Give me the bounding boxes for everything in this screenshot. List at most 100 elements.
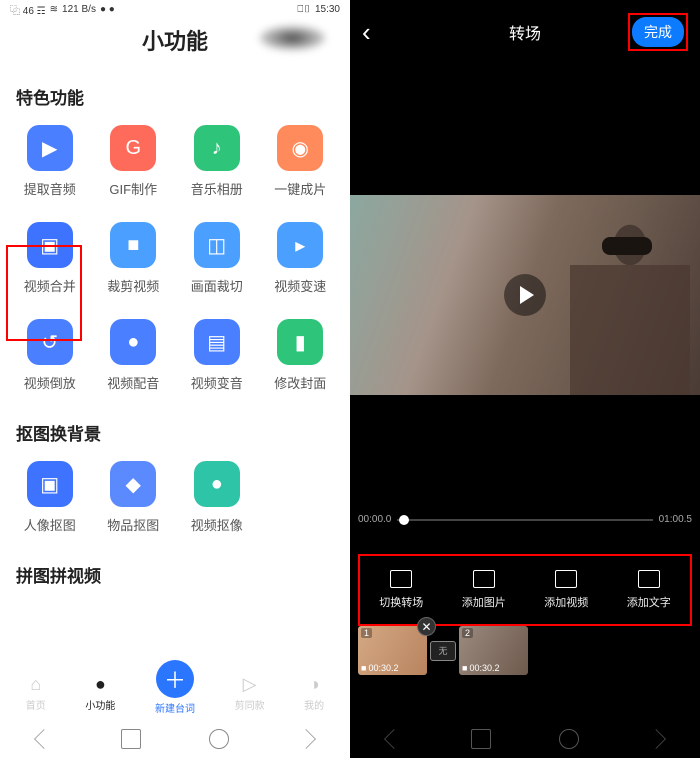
tool-label: 添加图片: [462, 594, 506, 610]
progress-handle[interactable]: [399, 515, 409, 525]
clip-timeline: ✕ 1 ■ 00:30.2 无 2 ■ 00:30.2: [358, 626, 692, 675]
grid-item-label: 音乐相册: [191, 179, 243, 198]
play-button[interactable]: [504, 274, 546, 316]
tools-icon: ●: [95, 674, 106, 695]
grid-item-label: 物品抠图: [107, 515, 159, 534]
clip-number: 1: [361, 628, 372, 638]
add-image-icon: [473, 570, 495, 588]
transition-icon: [390, 570, 412, 588]
sys-home-icon[interactable]: [121, 729, 141, 749]
grid-item-label: 视频配音: [107, 373, 159, 392]
back-chevron-icon[interactable]: ‹: [362, 17, 371, 48]
sys-home-icon[interactable]: [471, 729, 491, 749]
clock-time: 15:30: [315, 4, 340, 15]
grid-item-修改封面[interactable]: ▮ 修改封面: [259, 319, 343, 392]
tool-label: 切换转场: [379, 594, 423, 610]
bottom-nav: ⌂ 首页 ● 小功能 ＋ 新建台词 ▷ 剪同款 ◑ 我的: [0, 666, 350, 720]
clip-duration: ■ 00:30.2: [361, 663, 398, 673]
signal-icon: ⿻ 46 ☶: [10, 2, 46, 17]
nav-tools[interactable]: ● 小功能: [85, 674, 115, 712]
grid-item-视频合并[interactable]: ▣视频合并: [8, 222, 92, 295]
grid-item-人像抠图[interactable]: ▣ 人像抠图: [8, 461, 92, 534]
tool-transition[interactable]: 切换转场: [379, 570, 423, 610]
done-button[interactable]: 完成: [632, 17, 684, 47]
editor-toolbar: 切换转场 添加图片 添加视频 添加文字: [358, 554, 692, 626]
tool-add-text[interactable]: 添加文字: [627, 570, 671, 610]
template-icon: ▷: [243, 674, 257, 695]
sys-back-icon-alt[interactable]: [296, 729, 316, 749]
grid-item-视频抠像[interactable]: ●视频抠像: [175, 461, 259, 534]
sys-back-icon-alt[interactable]: [646, 729, 666, 749]
视频配音-icon: ●: [110, 319, 156, 365]
progress-track[interactable]: [397, 519, 652, 521]
nav-profile[interactable]: ◑ 我的: [304, 674, 324, 712]
nav-home[interactable]: ⌂ 首页: [26, 674, 46, 712]
sys-recents-icon[interactable]: [209, 729, 229, 749]
grid-item-label: 一键成片: [274, 179, 326, 198]
clip-duration: ■ 00:30.2: [462, 663, 499, 673]
editor-title: 转场: [509, 20, 541, 44]
修改封面-icon: ▮: [277, 319, 323, 365]
status-bar: ⿻ 46 ☶ ≋ 121 B/s ● ● ⎕▯ 15:30: [0, 0, 350, 18]
tool-label: 添加视频: [544, 594, 588, 610]
video-content: [570, 195, 690, 395]
人像抠图-icon: ▣: [27, 461, 73, 507]
net-speed: 121 B/s: [62, 4, 96, 15]
status-extra: ● ●: [100, 4, 115, 15]
profile-icon: ◑: [309, 674, 320, 695]
transition-connector[interactable]: 无: [430, 641, 456, 661]
time-current: 00:00.0: [358, 514, 391, 525]
grid-item-物品抠图[interactable]: ◆ 物品抠图: [92, 461, 176, 534]
sys-recents-icon[interactable]: [559, 729, 579, 749]
tool-add-video[interactable]: 添加视频: [544, 570, 588, 610]
grid-item-label: 视频合并: [24, 276, 76, 295]
提取音频-icon: ▶: [27, 125, 73, 171]
视频抠像-icon: ●: [194, 461, 240, 507]
视频变音-icon: ▤: [194, 319, 240, 365]
add-video-icon: [555, 570, 577, 588]
featured-grid: ▶ 提取音频 GGIF制作 ♪ 音乐相册 ◉ 一键成片 ▣视频合并■裁剪视频◫画面裁切 ▸ 视频变…: [0, 125, 350, 392]
grid-item-提取音频[interactable]: ▶ 提取音频: [8, 125, 92, 198]
grid-item-视频变音[interactable]: ▤ 视频变音: [175, 319, 259, 392]
tool-add-image[interactable]: 添加图片: [462, 570, 506, 610]
物品抠图-icon: ◆: [110, 461, 156, 507]
grid-item-一键成片[interactable]: ◉ 一键成片: [259, 125, 343, 198]
blurred-avatar: [260, 26, 325, 50]
video-content-detail: [602, 237, 652, 255]
音乐相册-icon: ♪: [194, 125, 240, 171]
grid-item-音乐相册[interactable]: ♪ 音乐相册: [175, 125, 259, 198]
clip-number: 2: [462, 628, 473, 638]
left-app-screen: ⿻ 46 ☶ ≋ 121 B/s ● ● ⎕▯ 15:30 小功能 特色功能 ▶…: [0, 0, 350, 758]
right-editor-screen: ‹ 转场 完成 00:00.0 01:00.5 切换转场添加图片添加视频添加文字…: [350, 0, 700, 758]
grid-item-label: 修改封面: [274, 373, 326, 392]
sys-back-icon[interactable]: [384, 729, 404, 749]
grid-item-label: 人像抠图: [24, 515, 76, 534]
grid-item-GIF制作[interactable]: GGIF制作: [92, 125, 176, 198]
画面裁切-icon: ◫: [194, 222, 240, 268]
grid-item-label: 提取音频: [24, 179, 76, 198]
视频变速-icon: ▸: [277, 222, 323, 268]
highlight-done: 完成: [628, 13, 688, 51]
video-preview[interactable]: [350, 195, 700, 395]
grid-item-画面裁切[interactable]: ◫画面裁切: [175, 222, 259, 295]
section-title-featured: 特色功能: [16, 84, 350, 109]
一键成片-icon: ◉: [277, 125, 323, 171]
nav-templates[interactable]: ▷ 剪同款: [235, 674, 265, 712]
clip-1[interactable]: ✕ 1 ■ 00:30.2: [358, 626, 427, 675]
video-cam-icon: ■: [361, 663, 366, 673]
grid-item-裁剪视频[interactable]: ■裁剪视频: [92, 222, 176, 295]
grid-item-视频变速[interactable]: ▸ 视频变速: [259, 222, 343, 295]
grid-item-label: 视频变速: [274, 276, 326, 295]
battery-icon: ⎕▯: [297, 4, 311, 15]
grid-item-视频倒放[interactable]: ↺视频倒放: [8, 319, 92, 392]
grid-item-视频配音[interactable]: ● 视频配音: [92, 319, 176, 392]
video-cam-icon: ■: [462, 663, 467, 673]
GIF制作-icon: G: [110, 125, 156, 171]
delete-clip-icon[interactable]: ✕: [417, 617, 436, 636]
clip-2[interactable]: 2 ■ 00:30.2: [459, 626, 528, 675]
plus-fab-icon[interactable]: ＋: [156, 660, 194, 698]
grid-item-label: 视频变音: [191, 373, 243, 392]
nav-create[interactable]: ＋ 新建台词: [155, 672, 195, 715]
sys-back-icon[interactable]: [34, 729, 54, 749]
page-title: 小功能: [0, 24, 350, 56]
